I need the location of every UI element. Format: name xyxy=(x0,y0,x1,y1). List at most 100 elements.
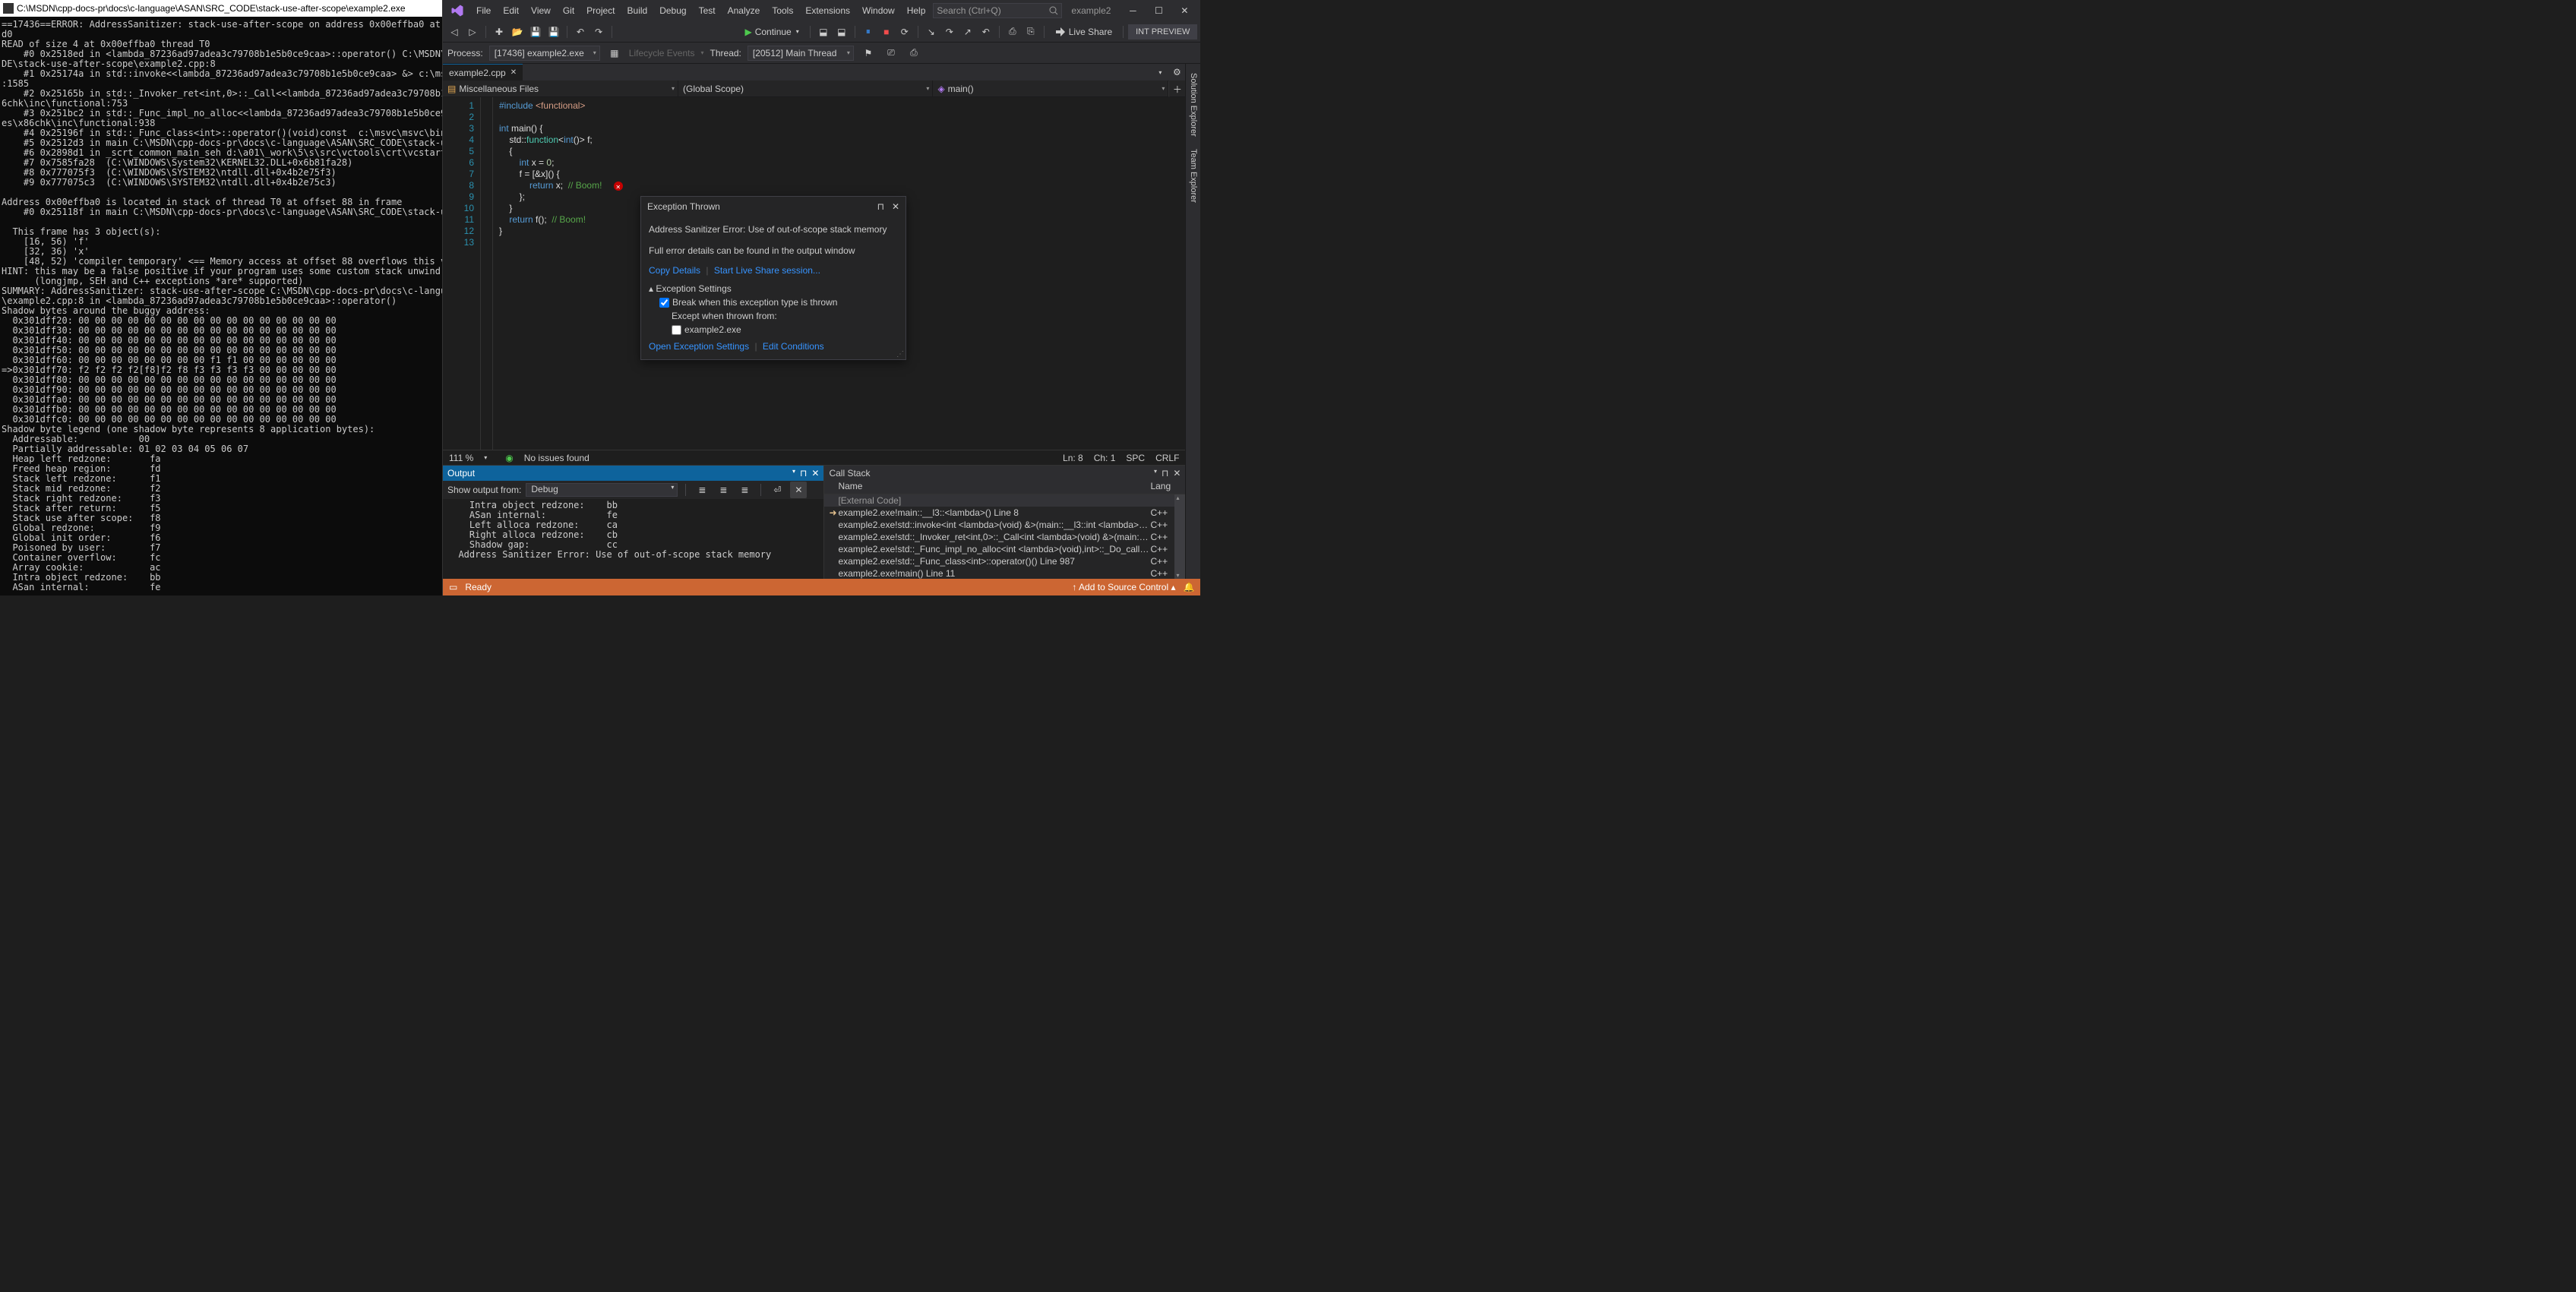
console-titlebar[interactable]: C:\MSDN\cpp-docs-pr\docs\c-language\ASAN… xyxy=(0,0,442,17)
nav-fwd-button[interactable]: ▷ xyxy=(464,24,481,40)
line-indicator[interactable]: Ln: 8 xyxy=(1063,453,1083,463)
callstack-row[interactable]: example2.exe!std::_Invoker_ret<int,0>::_… xyxy=(824,531,1185,543)
threads-button[interactable]: ⎚ xyxy=(883,45,899,62)
tab-example2-cpp[interactable]: example2.cpp ✕ xyxy=(443,64,523,81)
output-source-combo[interactable]: Debug xyxy=(526,483,678,497)
team-explorer-tab[interactable]: Team Explorer xyxy=(1187,143,1199,209)
close-icon[interactable]: ✕ xyxy=(892,201,899,212)
undo-button[interactable]: ↶ xyxy=(572,24,589,40)
tab-settings-button[interactable]: ⚙ xyxy=(1168,64,1185,81)
menu-project[interactable]: Project xyxy=(580,2,621,19)
callstack-panel-header[interactable]: Call Stack ▾ ⊓ ✕ xyxy=(824,466,1185,481)
step-over-button[interactable]: ↷ xyxy=(941,24,958,40)
callstack-row[interactable]: [External Code] xyxy=(824,494,1185,507)
panel-dropdown-icon[interactable]: ▾ xyxy=(792,468,795,479)
close-tab-icon[interactable]: ✕ xyxy=(510,68,517,77)
thread-combo[interactable]: [20512] Main Thread xyxy=(748,46,854,61)
notifications-icon[interactable]: 🔔 xyxy=(1183,582,1194,592)
menu-git[interactable]: Git xyxy=(557,2,580,19)
outline-margin[interactable] xyxy=(481,97,493,450)
search-input[interactable]: Search (Ctrl+Q) xyxy=(933,3,1062,18)
console-output[interactable]: ==17436==ERROR: AddressSanitizer: stack-… xyxy=(0,17,442,595)
step-out-button[interactable]: ↗ xyxy=(959,24,976,40)
callstack-columns[interactable]: Name Lang xyxy=(824,481,1185,494)
open-exception-settings-link[interactable]: Open Exception Settings xyxy=(649,341,749,352)
char-indicator[interactable]: Ch: 1 xyxy=(1094,453,1116,463)
output-btn-1[interactable]: ≣ xyxy=(694,482,710,498)
pause-button[interactable]: ⏸ xyxy=(860,24,877,40)
menu-extensions[interactable]: Extensions xyxy=(799,2,856,19)
menu-analyze[interactable]: Analyze xyxy=(722,2,766,19)
save-button[interactable]: 💾 xyxy=(527,24,544,40)
dbg-btn-2[interactable]: ⬓ xyxy=(833,24,850,40)
save-all-button[interactable]: 💾 xyxy=(545,24,562,40)
lifecycle-icon[interactable]: ▦ xyxy=(606,45,623,62)
callstack-row[interactable]: example2.exe!std::invoke<int <lambda>(vo… xyxy=(824,519,1185,531)
tab-dropdown-button[interactable]: ▾ xyxy=(1152,64,1168,81)
menu-edit[interactable]: Edit xyxy=(497,2,525,19)
output-text[interactable]: Intra object redzone: bb ASan internal: … xyxy=(443,499,823,579)
panel-close-icon[interactable]: ✕ xyxy=(1173,468,1181,479)
lineending-indicator[interactable]: CRLF xyxy=(1155,453,1179,463)
stop-button[interactable]: ■ xyxy=(878,24,895,40)
int-preview-badge[interactable]: INT PREVIEW xyxy=(1128,24,1197,39)
step-into-button[interactable]: ↘ xyxy=(923,24,940,40)
redo-button[interactable]: ↷ xyxy=(590,24,607,40)
output-panel-header[interactable]: Output ▾ ⊓ ✕ xyxy=(443,466,823,481)
dbg-btn-b[interactable]: ⎘ xyxy=(1022,24,1039,40)
menu-tools[interactable]: Tools xyxy=(766,2,799,19)
menu-help[interactable]: Help xyxy=(901,2,932,19)
maximize-button[interactable]: ☐ xyxy=(1146,0,1171,21)
menu-test[interactable]: Test xyxy=(693,2,722,19)
nav-back-button[interactable]: ◁ xyxy=(446,24,463,40)
zoom-level[interactable]: 111 % xyxy=(449,453,473,463)
stack-frame-button[interactable]: ⎙ xyxy=(906,45,922,62)
step-back-button[interactable]: ↶ xyxy=(978,24,994,40)
new-item-button[interactable]: ✚ xyxy=(491,24,507,40)
output-wrap-button[interactable]: ⏎ xyxy=(769,482,785,498)
panel-pin-icon[interactable]: ⊓ xyxy=(1162,468,1168,479)
pin-icon[interactable]: ⊓ xyxy=(877,201,884,212)
panel-pin-icon[interactable]: ⊓ xyxy=(800,468,807,479)
spaces-indicator[interactable]: SPC xyxy=(1126,453,1145,463)
output-btn-3[interactable]: ≣ xyxy=(736,482,753,498)
resize-grip-icon[interactable]: ⋰ xyxy=(896,350,904,358)
menu-build[interactable]: Build xyxy=(621,2,654,19)
issues-label[interactable]: No issues found xyxy=(524,453,589,463)
open-button[interactable]: 📂 xyxy=(509,24,526,40)
restart-button[interactable]: ⟳ xyxy=(896,24,913,40)
dbg-btn-a[interactable]: ⎙ xyxy=(1004,24,1021,40)
start-liveshare-link[interactable]: Start Live Share session... xyxy=(714,265,820,276)
nav-add-button[interactable]: ＋ xyxy=(1168,81,1185,97)
menu-debug[interactable]: Debug xyxy=(653,2,692,19)
continue-button[interactable]: ▶ Continue ▾ xyxy=(738,24,804,40)
close-button[interactable]: ✕ xyxy=(1171,0,1197,21)
menu-file[interactable]: File xyxy=(470,2,497,19)
live-share-button[interactable]: Live Share xyxy=(1049,27,1118,37)
dbg-btn-1[interactable]: ⬓ xyxy=(815,24,832,40)
nav-scope-combo[interactable]: (Global Scope) xyxy=(678,81,933,96)
except-item-checkbox[interactable] xyxy=(672,325,681,335)
code-editor[interactable]: 12345678910111213 #include <functional> … xyxy=(443,97,1185,450)
callstack-row[interactable]: example2.exe!std::_Func_class<int>::oper… xyxy=(824,555,1185,567)
exception-title-bar[interactable]: Exception Thrown ⊓ ✕ xyxy=(641,197,906,216)
edit-conditions-link[interactable]: Edit Conditions xyxy=(763,341,824,352)
process-combo[interactable]: [17436] example2.exe xyxy=(489,46,600,61)
flag-button[interactable]: ⚑ xyxy=(860,45,877,62)
callstack-list[interactable]: [External Code]➜example2.exe!main::__l3:… xyxy=(824,494,1185,579)
minimize-button[interactable]: ─ xyxy=(1120,0,1146,21)
nav-project-combo[interactable]: ▤ Miscellaneous Files xyxy=(443,81,678,96)
output-clear-button[interactable]: ✕ xyxy=(790,482,807,498)
nav-member-combo[interactable]: ◈ main() xyxy=(933,81,1168,96)
callstack-row[interactable]: example2.exe!main() Line 11C++ xyxy=(824,567,1185,579)
menu-window[interactable]: Window xyxy=(856,2,901,19)
break-checkbox[interactable] xyxy=(659,298,669,308)
exception-settings-expander[interactable]: ▴ Exception Settings xyxy=(649,282,898,295)
solution-explorer-tab[interactable]: Solution Explorer xyxy=(1187,67,1199,143)
panel-dropdown-icon[interactable]: ▾ xyxy=(1154,468,1157,479)
callstack-row[interactable]: example2.exe!std::_Func_impl_no_alloc<in… xyxy=(824,543,1185,555)
panel-close-icon[interactable]: ✕ xyxy=(811,468,819,479)
callstack-scrollbar[interactable] xyxy=(1174,494,1185,579)
copy-details-link[interactable]: Copy Details xyxy=(649,265,700,276)
callstack-row[interactable]: ➜example2.exe!main::__l3::<lambda>() Lin… xyxy=(824,507,1185,519)
